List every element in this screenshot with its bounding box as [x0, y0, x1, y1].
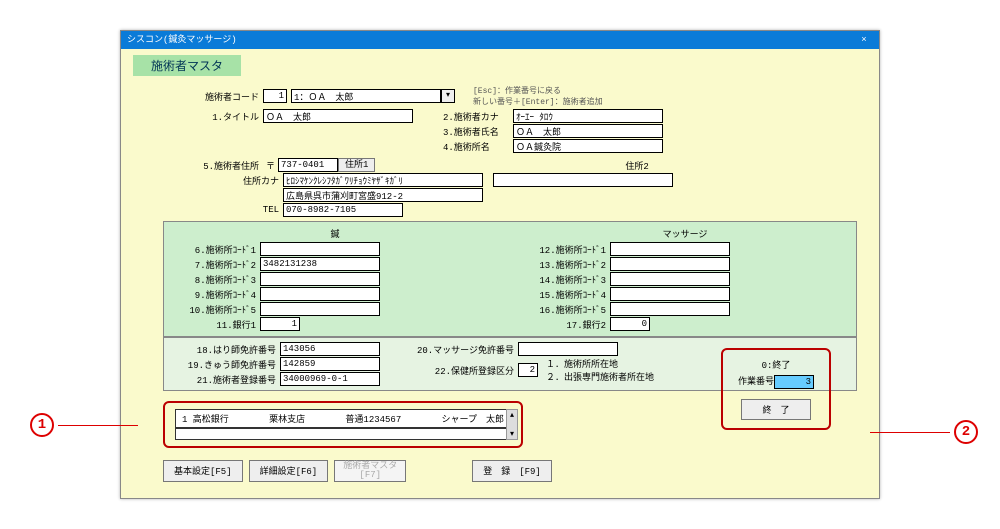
addr-input[interactable]: [283, 188, 483, 202]
code-input[interactable]: [610, 287, 730, 301]
task-number-input[interactable]: [774, 375, 814, 389]
hint-esc: [Esc]：作業番号に戻る: [473, 85, 603, 96]
tel-label: TEL: [163, 205, 283, 215]
lic22-input[interactable]: [518, 363, 538, 377]
exit-button[interactable]: 終 了: [741, 399, 811, 420]
lic19-input[interactable]: [280, 357, 380, 371]
code-input[interactable]: [260, 317, 300, 331]
addr2-label: 住所2: [625, 159, 648, 172]
name-input[interactable]: [513, 124, 663, 138]
shop-label: 4.施術所名: [443, 140, 513, 153]
f6-button[interactable]: 詳細設定[F6]: [249, 460, 329, 482]
code-input[interactable]: [610, 272, 730, 286]
shop-input[interactable]: [513, 139, 663, 153]
addr-kana-input[interactable]: [283, 173, 483, 187]
lic21-input[interactable]: [280, 372, 380, 386]
close-icon[interactable]: ×: [855, 31, 873, 49]
code-input[interactable]: [610, 317, 650, 331]
kana-input[interactable]: [513, 109, 663, 123]
title-input[interactable]: [263, 109, 413, 123]
scrollbar[interactable]: ▴▾: [506, 409, 518, 440]
f9-button[interactable]: 登 録 [F9]: [472, 460, 552, 482]
code-input[interactable]: [610, 242, 730, 256]
lic18-input[interactable]: [280, 342, 380, 356]
app-window: シスコン(鍼灸マッサージ) × 施術者マスタ 施術者コード ▾ [Esc]：作業…: [120, 30, 880, 499]
code-input[interactable]: [260, 272, 380, 286]
addr1-button[interactable]: 住所1: [338, 158, 375, 172]
code-input[interactable]: [610, 302, 730, 316]
postal-mark: 〒: [266, 159, 275, 172]
name-label: 3.施術者氏名: [443, 125, 513, 138]
page-title: 施術者マスタ: [133, 55, 241, 76]
codes-right-title: マッサージ: [520, 226, 850, 241]
hint-enter: 新しい番号＋[Enter]：施術者追加: [473, 96, 603, 107]
bank-list-area: 1 高松銀行 栗林支店 普通1234567 シャープ 太郎 ▴▾: [163, 401, 523, 448]
code-label: 施術者コード: [163, 90, 263, 103]
f5-button[interactable]: 基本設定[F5]: [163, 460, 243, 482]
title-label: 1.タイトル: [163, 110, 263, 123]
list-item[interactable]: [175, 428, 511, 440]
code-input[interactable]: [260, 302, 380, 316]
tel-input[interactable]: [283, 203, 403, 217]
code-input[interactable]: [263, 89, 287, 103]
addr-label: 5.施術者住所: [163, 159, 263, 172]
chevron-down-icon[interactable]: ▾: [441, 89, 455, 103]
titlebar: シスコン(鍼灸マッサージ) ×: [121, 31, 879, 49]
code-input[interactable]: [260, 242, 380, 256]
callout-2: 2: [870, 420, 978, 444]
callout-1: 1: [30, 413, 138, 437]
codes-block: 鍼 6.施術所ｺｰﾄﾞ17.施術所ｺｰﾄﾞ28.施術所ｺｰﾄﾞ39.施術所ｺｰﾄ…: [163, 221, 857, 337]
code-input[interactable]: [610, 257, 730, 271]
list-item[interactable]: 1 高松銀行 栗林支店 普通1234567 シャープ 太郎: [175, 409, 511, 428]
f7-button: 施術者マスタ [F7]: [334, 460, 406, 482]
lic20-input[interactable]: [518, 342, 618, 356]
code-select[interactable]: [291, 89, 441, 103]
code-input[interactable]: [260, 257, 380, 271]
task-number-panel: 0:終了 作業番号 終 了: [721, 348, 831, 430]
kana-label: 2.施術者カナ: [443, 110, 513, 123]
addr-kana-label: 住所カナ: [163, 174, 283, 187]
postal-input[interactable]: [278, 158, 338, 172]
addr2-input[interactable]: [493, 173, 673, 187]
codes-left-title: 鍼: [170, 226, 500, 241]
window-title: シスコン(鍼灸マッサージ): [127, 31, 237, 49]
code-input[interactable]: [260, 287, 380, 301]
